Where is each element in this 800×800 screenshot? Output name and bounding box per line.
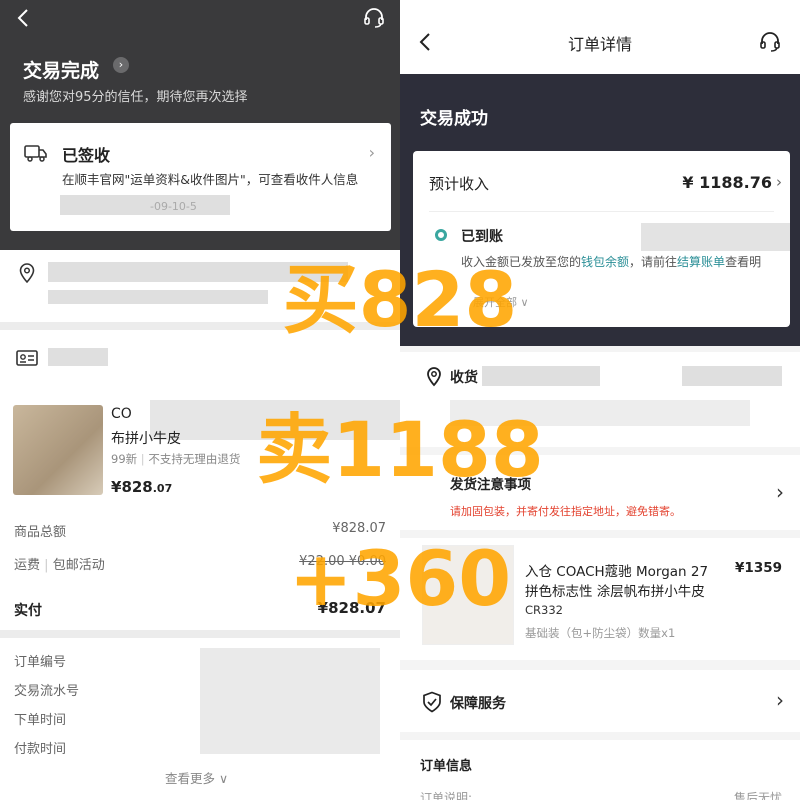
order-info-title: 订单信息: [420, 759, 473, 774]
shop-card-icon: [16, 350, 38, 366]
guarantee-label: 保障服务: [450, 696, 506, 712]
divider: [0, 630, 400, 638]
back-icon[interactable]: [14, 8, 34, 28]
thanks-text: 感谢您对95分的信任，期待您再次选择: [23, 90, 248, 105]
order-desc-label: 订单说明:: [420, 791, 473, 800]
status-header: 交易完成 › 感谢您对95分的信任，期待您再次选择 已签收 › 在顺丰官网"运单…: [0, 0, 400, 250]
receiver-label: 收货: [450, 370, 478, 386]
divider: [429, 211, 774, 212]
delivery-date: -09-10-5: [150, 200, 197, 213]
shield-check-icon: [423, 691, 441, 713]
chevron-right-icon: ›: [368, 143, 375, 162]
income-label: 预计收入: [429, 175, 490, 193]
product-spec: 基础装（包+防尘袋）数量x1: [525, 626, 676, 640]
order-time-label: 下单时间: [14, 713, 67, 728]
customer-service-icon[interactable]: [758, 30, 782, 54]
order-status: 交易成功: [420, 109, 488, 129]
blurred-region: [60, 195, 230, 215]
overlay-buy-price: 买828: [282, 255, 518, 344]
order-desc-value: 售后无忧: [733, 791, 782, 800]
truck-icon: [24, 145, 47, 162]
delivery-info: 在顺丰官网"运单资料&收件图片"，可查看收件人信息: [62, 172, 359, 187]
shipping-warning: 请加固包装，并寄付发往指定地址，避免错寄。: [450, 505, 681, 518]
transaction-number-label: 交易流水号: [14, 684, 80, 699]
status-detail-arrow-icon[interactable]: ›: [113, 57, 129, 73]
blurred-order-values: [200, 648, 380, 754]
location-pin-icon: [427, 367, 441, 387]
income-value: ¥ 1188.76: [682, 173, 772, 192]
overlay-sell-price: 卖1188: [256, 405, 544, 494]
delivery-card[interactable]: 已签收 › 在顺丰官网"运单资料&收件图片"，可查看收件人信息 -09-10-5: [10, 123, 391, 231]
page-title: 订单详情: [567, 35, 632, 54]
blurred-receiver: [482, 366, 600, 386]
overlay-profit: +360: [288, 534, 512, 623]
order-number-label: 订单编号: [14, 655, 67, 670]
blurred-shop-name: [48, 348, 108, 366]
payment-time-label: 付款时间: [14, 742, 67, 757]
customer-service-icon[interactable]: [362, 6, 386, 30]
chevron-right-icon: ›: [776, 173, 782, 191]
see-more-link[interactable]: 查看更多 ∨: [165, 768, 228, 787]
order-status-title[interactable]: 交易完成: [23, 56, 99, 83]
nav-bar: 订单详情: [400, 0, 800, 74]
blurred-phone: [682, 366, 782, 386]
delivery-status: 已签收: [62, 146, 111, 165]
chevron-right-icon[interactable]: ›: [776, 688, 784, 712]
